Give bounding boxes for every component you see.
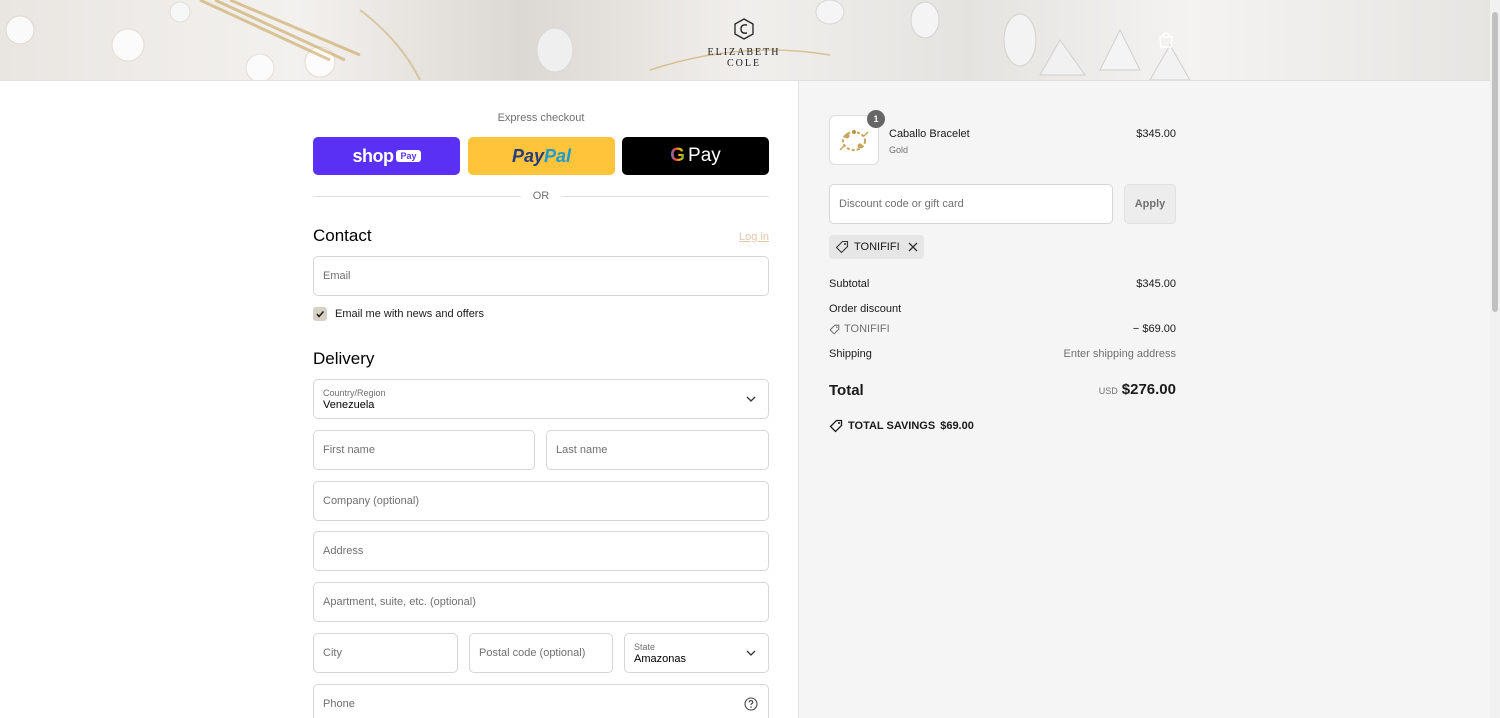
first-name-field[interactable]: First name xyxy=(313,430,535,470)
newsletter-checkbox[interactable] xyxy=(313,307,327,321)
discount-code-placeholder: Discount code or gift card xyxy=(839,198,964,210)
shop-pay-badge: Pay xyxy=(396,150,421,162)
chevron-down-icon xyxy=(746,396,756,402)
paypal-wordmark: PayPal xyxy=(511,145,572,166)
google-g-icon: G xyxy=(670,145,686,166)
savings-label: TOTAL SAVINGS xyxy=(848,420,936,432)
product-name: Caballo Bracelet xyxy=(889,128,970,140)
postal-code-field[interactable]: Postal code (optional) xyxy=(469,633,613,673)
email-placeholder: Email xyxy=(323,270,351,282)
state-label: State xyxy=(634,641,656,652)
discount-code-field[interactable]: Discount code or gift card xyxy=(829,184,1113,224)
country-select[interactable]: Country/Region Venezuela xyxy=(313,379,769,419)
product-price: $345.00 xyxy=(1136,128,1176,140)
help-circle-icon[interactable] xyxy=(744,697,758,711)
total-value: $276.00 xyxy=(1121,381,1176,398)
product-variant: Gold xyxy=(889,145,909,155)
address-placeholder: Address xyxy=(323,545,364,557)
subtotal-label: Subtotal xyxy=(829,278,870,290)
contact-heading: Contact xyxy=(313,226,372,245)
state-select[interactable]: State Amazonas xyxy=(624,633,769,673)
order-discount-value: − $69.00 xyxy=(1132,323,1176,335)
shipping-value: Enter shipping address xyxy=(1063,348,1176,360)
apartment-placeholder: Apartment, suite, etc. (optional) xyxy=(323,596,476,608)
phone-placeholder: Phone xyxy=(323,698,355,710)
apartment-field[interactable]: Apartment, suite, etc. (optional) xyxy=(313,582,769,622)
total-amount: USD $276.00 xyxy=(976,381,1176,399)
shop-pay-wordmark: shop xyxy=(352,145,394,166)
postal-code-placeholder: Postal code (optional) xyxy=(479,647,586,659)
brand-name: ELIZABETH COLE xyxy=(707,47,781,69)
express-checkout-title: Express checkout xyxy=(497,112,585,124)
shop-pay-button[interactable]: shop Pay xyxy=(313,137,460,175)
city-placeholder: City xyxy=(323,647,342,659)
country-label: Country/Region xyxy=(323,387,386,398)
tag-icon xyxy=(829,324,840,335)
last-name-field[interactable]: Last name xyxy=(546,430,769,470)
close-icon[interactable] xyxy=(908,242,918,252)
company-field[interactable]: Company (optional) xyxy=(313,481,769,521)
chevron-down-icon xyxy=(746,650,756,656)
paypal-button[interactable]: PayPal xyxy=(468,137,615,175)
email-field[interactable]: Email xyxy=(313,256,769,296)
page-scrollbar[interactable] xyxy=(1490,0,1500,718)
city-field[interactable]: City xyxy=(313,633,458,673)
country-value: Venezuela xyxy=(323,398,375,411)
order-summary-panel xyxy=(798,81,1490,718)
google-pay-button[interactable]: G Pay xyxy=(622,137,769,175)
order-discount-label: Order discount xyxy=(829,303,902,315)
first-name-placeholder: First name xyxy=(323,444,375,456)
order-discount-code-row: TONIFIFI xyxy=(829,323,890,335)
checkmark-icon xyxy=(316,310,325,318)
address-field[interactable]: Address xyxy=(313,531,769,571)
header-banner: ELIZABETH COLE xyxy=(0,0,1490,81)
quantity-badge: 1 xyxy=(867,110,885,128)
applied-discount-code: TONIFIFI xyxy=(854,241,900,253)
savings-value: $69.00 xyxy=(940,420,974,432)
brand-monogram-icon xyxy=(734,18,754,40)
delivery-heading: Delivery xyxy=(313,349,375,368)
log-in-link[interactable]: Log in xyxy=(720,231,769,243)
company-placeholder: Company (optional) xyxy=(323,495,419,507)
total-currency: USD xyxy=(1098,386,1118,396)
brand-logo[interactable]: ELIZABETH COLE xyxy=(699,18,789,69)
phone-field[interactable]: Phone xyxy=(313,684,769,718)
or-divider: OR xyxy=(313,190,769,204)
state-value: Amazonas xyxy=(634,652,686,665)
last-name-placeholder: Last name xyxy=(556,444,608,456)
shopping-bag-icon[interactable] xyxy=(1157,31,1175,54)
scrollbar-thumb[interactable] xyxy=(1492,12,1498,312)
tag-icon xyxy=(835,240,849,254)
shipping-label: Shipping xyxy=(829,348,872,360)
total-label: Total xyxy=(829,382,864,399)
newsletter-option[interactable]: Email me with news and offers xyxy=(313,307,484,321)
tag-icon xyxy=(829,419,843,433)
total-savings: TOTAL SAVINGS $69.00 xyxy=(829,419,974,433)
subtotal-value: $345.00 xyxy=(1136,278,1176,290)
apply-discount-button[interactable]: Apply xyxy=(1124,184,1176,224)
order-discount-code: TONIFIFI xyxy=(844,323,890,335)
newsletter-label: Email me with news and offers xyxy=(335,308,484,320)
google-pay-wordmark: G Pay xyxy=(670,145,721,166)
applied-discount-chip: TONIFIFI xyxy=(829,235,924,259)
